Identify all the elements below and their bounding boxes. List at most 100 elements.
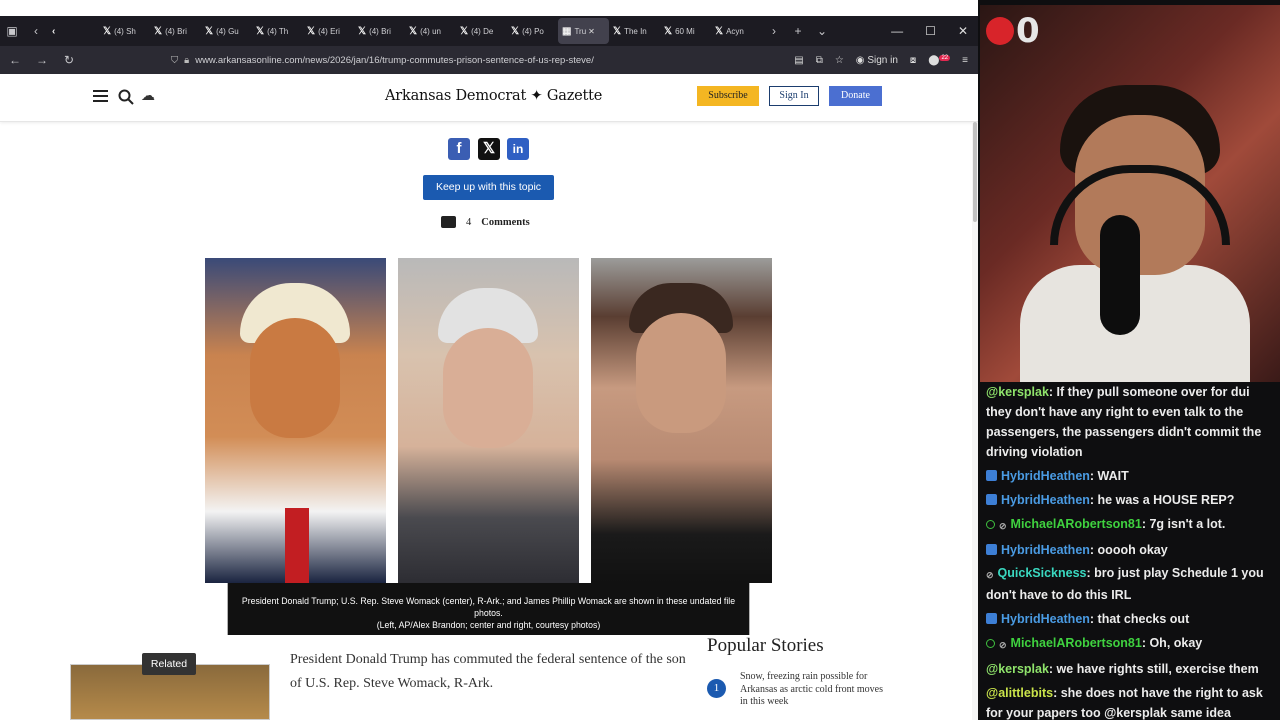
chat-username[interactable]: @kersplak [986, 662, 1049, 676]
x-logo-icon: 𝕏 [715, 25, 724, 37]
tab-12[interactable]: 𝕏 60 Mi [660, 18, 711, 44]
x-logo-icon: 𝕏 [154, 25, 163, 37]
scrollbar-thumb[interactable] [973, 122, 977, 222]
keep-up-button[interactable]: Keep up with this topic [423, 175, 554, 200]
app-menu-icon[interactable]: ≡ [962, 55, 968, 66]
extensions-icon[interactable]: ⧇ [910, 55, 916, 66]
x-logo-icon: 𝕏 [205, 25, 214, 37]
tab-4[interactable]: 𝕏 (4) Th [252, 18, 303, 44]
hamburger-menu-icon[interactable] [93, 90, 108, 104]
browser-sign-in[interactable]: Sign in [867, 55, 898, 66]
search-icon[interactable] [117, 88, 135, 106]
popular-item-link[interactable]: Snow, freezing rain possible for Arkansa… [740, 671, 890, 709]
comments-link[interactable]: 4 Comments [441, 216, 530, 228]
chevron-left-icon: ‹ [52, 25, 56, 37]
close-window-icon[interactable]: ✕ [958, 24, 968, 38]
tab-list-icon[interactable]: ▣ [0, 24, 24, 38]
reader-view-icon[interactable]: ▤ [794, 55, 803, 66]
chat-username[interactable]: HybridHeathen [1001, 543, 1090, 557]
chat-text: : Oh, okay [1141, 636, 1203, 651]
tab-13[interactable]: 𝕏 Acyn [711, 18, 762, 44]
shield-icon[interactable]: ⛉ [171, 55, 178, 66]
photo-trump [205, 258, 386, 583]
new-tab-icon[interactable]: + [786, 24, 810, 38]
maximize-icon[interactable]: ☐ [925, 24, 936, 38]
related-label: Related [142, 653, 196, 675]
tab-scroll-left-icon[interactable]: ‹ [24, 24, 48, 38]
url-text[interactable]: www.arkansasonline.com/news/2026/jan/16/… [195, 55, 594, 66]
chat-message: @kersplak: we have rights still, exercis… [986, 659, 1274, 679]
x-logo-icon: 𝕏 [664, 25, 673, 37]
mute-badge-icon: ⊘ [986, 570, 994, 581]
chat-username[interactable]: HybridHeathen [1001, 493, 1090, 507]
photo-james-womack [591, 258, 772, 583]
tab-8[interactable]: 𝕏 (4) De [456, 18, 507, 44]
back-arrow-icon[interactable]: ← [3, 53, 27, 67]
forward-arrow-icon[interactable]: → [30, 53, 54, 67]
chat-username[interactable]: QuickSickness [998, 566, 1087, 580]
chat-username[interactable]: @kersplak [986, 385, 1049, 399]
caption-line-1: President Donald Trump; U.S. Rep. Steve … [241, 596, 736, 619]
photo-steve-womack [398, 258, 579, 583]
tab-menu-chevron-icon[interactable]: ⌄ [810, 24, 834, 38]
x-logo-icon: 𝕏 [256, 25, 265, 37]
minimize-icon[interactable]: — [891, 24, 903, 38]
reload-icon[interactable]: ↻ [57, 53, 81, 67]
tab-11[interactable]: 𝕏 The In [609, 18, 660, 44]
chat-username[interactable]: HybridHeathen [1001, 612, 1090, 626]
account-icon[interactable]: ◉ Sign in [856, 55, 898, 66]
tab-0[interactable]: ‹ [48, 18, 99, 44]
chat-text: : that checks out [1089, 612, 1190, 627]
subscribe-button[interactable]: Subscribe [697, 86, 759, 106]
x-share-icon[interactable]: 𝕏 [478, 138, 500, 160]
tab-10[interactable]: ▦ Tru ✕ [558, 18, 609, 44]
chat-username[interactable]: MichaelARobertson81 [1011, 636, 1142, 650]
site-logo[interactable]: Arkansas Democrat ✦ Gazette [385, 88, 602, 104]
lock-icon[interactable]: 🔒︎ [184, 55, 189, 66]
mod-badge-icon [986, 543, 997, 555]
popular-item-number: 1 [707, 679, 726, 698]
nav-right-tools: ▤ ⧉ ☆ ◉ Sign in ⧇ ⬤ 22 ≡ [794, 54, 978, 66]
linkedin-share-icon[interactable]: in [507, 138, 529, 160]
tab-close-icon[interactable]: ✕ [588, 27, 595, 36]
chat-text: : he was a HOUSE REP? [1089, 492, 1235, 507]
popular-stories-title: Popular Stories [707, 635, 824, 656]
tab-label: (4) Po [522, 26, 544, 36]
x-logo-icon: 𝕏 [307, 25, 316, 37]
tab-7[interactable]: 𝕏 (4) un [405, 18, 456, 44]
chat-username[interactable]: @alittlebits [986, 686, 1053, 700]
mute-badge-icon: ⊘ [999, 520, 1007, 531]
x-logo-icon: 𝕏 [613, 25, 622, 37]
facebook-share-icon[interactable]: f [448, 138, 470, 160]
chat-username[interactable]: MichaelARobertson81 [1011, 517, 1142, 531]
chat-username[interactable]: HybridHeathen [1001, 469, 1090, 483]
tab-9[interactable]: 𝕏 (4) Po [507, 18, 558, 44]
chat-message: @alittlebits: she does not have the righ… [986, 683, 1274, 720]
weather-icon[interactable]: ☁︎ [141, 87, 159, 105]
extension-badge-icon[interactable]: ⬤ 22 [928, 54, 951, 66]
tab-label: The In [624, 26, 647, 36]
chat-message: HybridHeathen: that checks out [986, 609, 1274, 629]
counter-value: 0 [1016, 11, 1040, 51]
tab-6[interactable]: 𝕏 (4) Bri [354, 18, 405, 44]
sign-in-button[interactable]: Sign In [769, 86, 819, 106]
tab-label: (4) De [471, 26, 494, 36]
tab-label: (4) Eri [318, 26, 340, 36]
sub-badge-icon [986, 519, 995, 529]
webcam-overlay: 0 [980, 5, 1280, 382]
chat-message: ⊘ QuickSickness: bro just play Schedule 1… [986, 563, 1274, 605]
pip-icon[interactable]: ⧉ [816, 55, 823, 66]
tab-1[interactable]: 𝕏 (4) Sh [99, 18, 150, 44]
tab-3[interactable]: 𝕏 (4) Gu [201, 18, 252, 44]
comments-label: Comments [481, 216, 530, 228]
tab-scroll-right-icon[interactable]: › [762, 24, 786, 38]
url-bar[interactable]: ⛉ 🔒︎ www.arkansasonline.com/news/2026/ja… [171, 49, 791, 71]
tab-5[interactable]: 𝕏 (4) Eri [303, 18, 354, 44]
tab-label: (4) Bri [165, 26, 187, 36]
tab-2[interactable]: 𝕏 (4) Bri [150, 18, 201, 44]
chat-message: HybridHeathen: WAIT [986, 466, 1274, 486]
page-scrollbar[interactable] [972, 122, 978, 720]
donate-button[interactable]: Donate [829, 86, 882, 106]
bookmark-star-icon[interactable]: ☆ [835, 55, 844, 66]
chat-message: HybridHeathen: he was a HOUSE REP? [986, 490, 1274, 510]
